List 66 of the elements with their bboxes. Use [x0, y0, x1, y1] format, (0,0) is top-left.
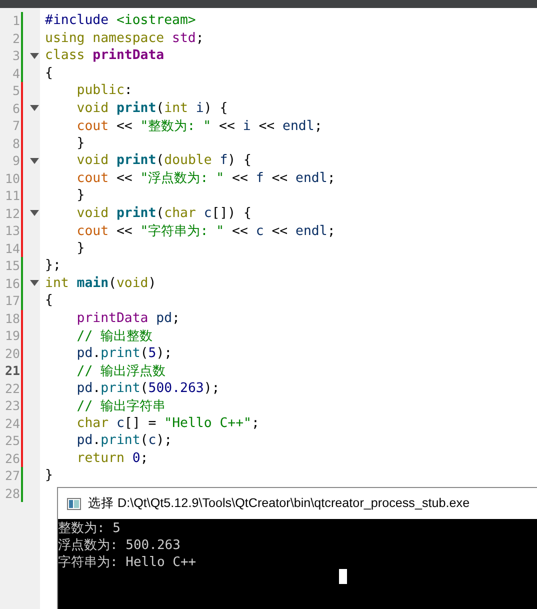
console-output: 字符串为: Hello C++ [58, 554, 198, 571]
line-number: 19 [4, 328, 20, 344]
fold-arrow-icon[interactable] [30, 210, 38, 216]
code-line: } [45, 468, 53, 484]
code-line: return 0; [76, 450, 148, 466]
line-number: 3 [11, 48, 20, 64]
line-number: 13 [4, 223, 20, 238]
code-line: int main(void) [45, 276, 156, 291]
text-cursor [339, 569, 347, 584]
line-number: 11 [4, 188, 20, 204]
line-number: 5 [11, 83, 20, 98]
line-number: 27 [4, 468, 20, 484]
line-number: 8 [11, 136, 20, 151]
line-number: 24 [4, 416, 20, 431]
code-line: void print(char c[]) { [76, 206, 252, 221]
code-line: cout << "整数为: " << i << endl; [76, 118, 322, 135]
code-line: pd.print(5); [76, 346, 172, 361]
line-number: 1 [11, 13, 20, 28]
line-number: 6 [11, 100, 20, 116]
fold-arrow-icon[interactable] [30, 105, 38, 112]
line-number: 16 [4, 276, 20, 291]
fold-arrow-icon[interactable] [30, 280, 38, 286]
code-line: // 输出整数 [76, 328, 153, 345]
code-line: void print(double f) { [76, 153, 252, 168]
window-title: 选择 D:\Qt\Qt5.12.9\Tools\QtCreator\bin\qtcreator_process_stub.exe [88, 495, 470, 512]
line-number: 4 [11, 66, 20, 81]
code-line: cout << "浮点数为: " << f << endl; [76, 170, 336, 188]
line-number: 7 [11, 118, 20, 134]
code-line: }; [45, 258, 61, 274]
code-line: class printData [45, 48, 164, 64]
line-number: 14 [4, 240, 20, 256]
fold-arrow-icon[interactable] [30, 52, 38, 59]
code-line: char c[] = "Hello C++"; [76, 416, 260, 431]
console-icon [67, 498, 81, 510]
code-line: #include <iostream> [45, 13, 196, 28]
code-line: { [45, 293, 53, 308]
line-number: 20 [4, 346, 20, 361]
code-line: } [76, 240, 85, 256]
line-number: 2 [11, 30, 20, 46]
line-number: 17 [4, 293, 20, 308]
code-line: printData pd; [76, 310, 180, 326]
line-number: 10 [4, 170, 20, 186]
line-number: 9 [11, 153, 20, 168]
code-line: using namespace std; [45, 30, 204, 46]
code-line: public: [76, 83, 132, 98]
code-line: pd.print(c); [76, 433, 172, 448]
line-number: 15 [4, 258, 20, 274]
line-number: 18 [4, 310, 20, 326]
line-number: 23 [4, 398, 20, 414]
line-number: 12 [4, 206, 20, 221]
console-output: 整数为: 5 [58, 520, 122, 537]
code-line: } [76, 188, 85, 204]
fold-arrow-icon[interactable] [30, 158, 38, 164]
code-line: pd.print(500.263); [76, 380, 220, 396]
code-line: void print(int i) { [76, 100, 228, 116]
line-number: 25 [4, 433, 20, 448]
code-line: cout << "字符串为: " << c << endl; [76, 222, 336, 240]
line-number: 21 [4, 363, 20, 378]
code-line: { [45, 66, 53, 81]
code-line: } [76, 136, 85, 151]
line-number: 28 [4, 486, 20, 501]
console-output: 浮点数为: 500.263 [58, 537, 182, 554]
line-number: 26 [4, 450, 20, 466]
code-line: // 输出浮点数 [76, 362, 166, 380]
line-number: 22 [4, 380, 20, 396]
code-line: // 输出字符串 [76, 398, 166, 415]
